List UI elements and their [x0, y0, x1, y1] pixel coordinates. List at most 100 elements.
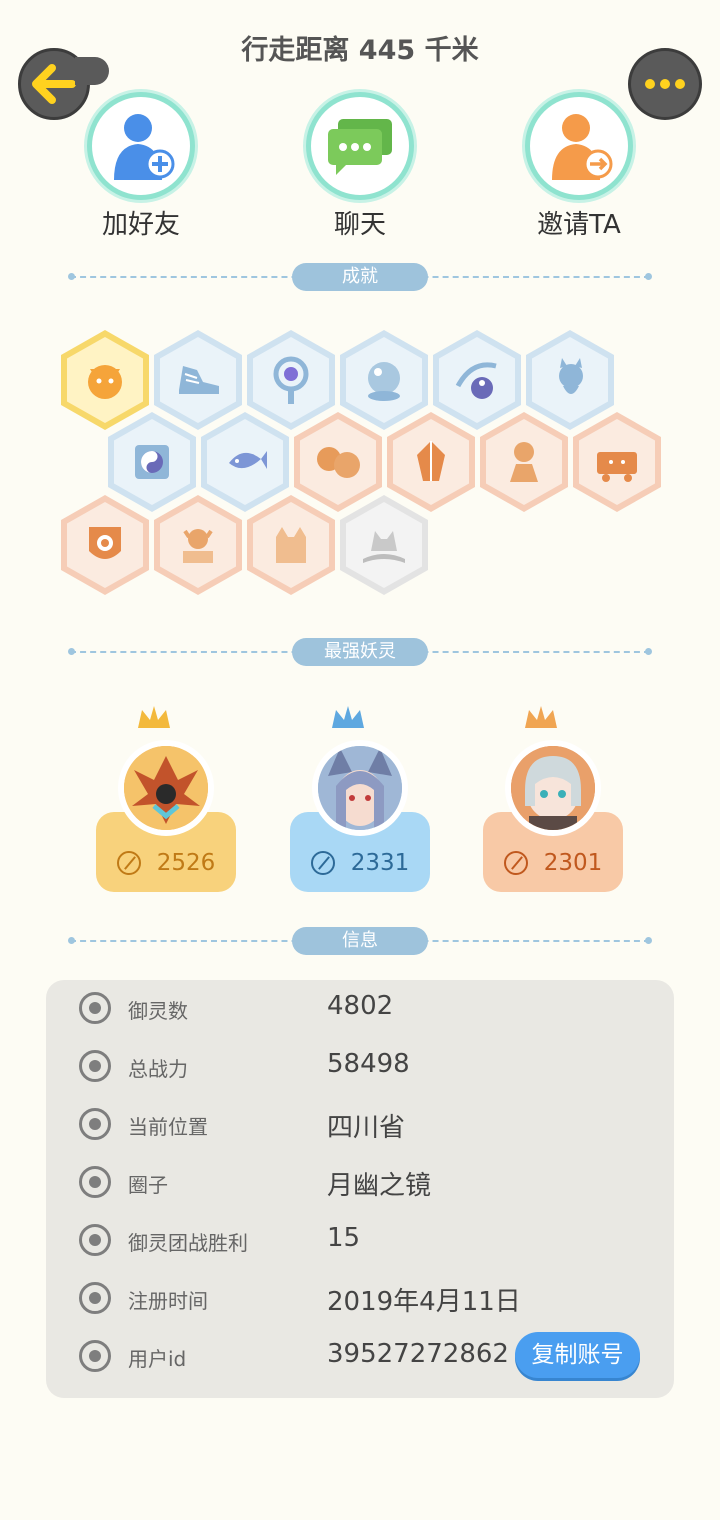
spirit-power-value: 2331 [350, 850, 410, 876]
info-value: 39527272862 [327, 1339, 509, 1369]
spirit-portrait-icon [124, 746, 208, 830]
achievement-badge[interactable] [154, 330, 242, 430]
trophy-icon [79, 1224, 111, 1256]
achievement-badge[interactable] [526, 330, 614, 430]
achievement-badge[interactable] [108, 412, 196, 512]
achievement-badge[interactable] [573, 412, 661, 512]
section-title: 成就 [292, 263, 428, 291]
spirit-power-value: 2301 [543, 850, 603, 876]
divider-dot [68, 273, 75, 280]
id-card-icon [79, 1340, 111, 1372]
clock-icon [79, 1282, 111, 1314]
info-row-total-power: 总战力 58498 [46, 1046, 674, 1086]
wolf-book-icon [363, 531, 405, 563]
chat-label: 聊天 [333, 210, 386, 240]
info-row-register-time: 注册时间 2019年4月11日 [46, 1278, 674, 1318]
more-dot-icon [675, 79, 685, 89]
sword-icon [310, 851, 335, 875]
chat-icon [328, 119, 392, 175]
sword-icon [116, 851, 141, 875]
info-row-team-wins: 御灵团战胜利 15 [46, 1220, 674, 1260]
info-label: 圈子 [128, 1173, 168, 1197]
add-friend-icon-circle [87, 92, 195, 200]
achievement-badge[interactable] [154, 495, 242, 595]
crystal-icon [417, 441, 445, 481]
divider-dot [68, 648, 75, 655]
add-friend-label: 加好友 [101, 210, 180, 240]
achievement-badge[interactable] [61, 330, 149, 430]
cat-statue-icon [276, 527, 306, 563]
spirit-count-icon [79, 992, 111, 1024]
spirit-power: 2526 [96, 850, 236, 876]
fish-spirit-icon [229, 451, 267, 469]
cat-spirit-icon [559, 358, 583, 394]
invite-button[interactable]: 邀请TA [509, 92, 649, 241]
add-friend-button[interactable]: 加好友 [71, 92, 211, 241]
crown-blue-icon [332, 706, 364, 728]
info-row-circle: 圈子 月幽之镜 [46, 1162, 674, 1202]
location-icon [79, 1108, 111, 1140]
achievement-badge[interactable] [247, 495, 335, 595]
info-section-header: 信息 [68, 927, 652, 955]
moon-icon [317, 447, 360, 478]
info-value: 4802 [327, 991, 394, 1021]
copy-account-button[interactable]: 复制账号 [515, 1332, 640, 1378]
invite-label: 邀请TA [537, 210, 621, 240]
achievement-badge[interactable] [201, 412, 289, 512]
achievement-badge[interactable] [387, 412, 475, 512]
spirit-avatar [118, 740, 214, 836]
doll-icon [510, 442, 538, 482]
crown-gold-icon [138, 706, 170, 728]
achievement-badge[interactable] [433, 330, 521, 430]
spirit-portrait-icon [318, 746, 402, 830]
chat-icon-circle [306, 92, 414, 200]
spirit-power-value: 2526 [156, 850, 216, 876]
invite-icon-circle [525, 92, 633, 200]
info-label: 注册时间 [128, 1289, 208, 1313]
cart-icon [597, 452, 637, 482]
chat-button[interactable]: 聊天 [290, 92, 430, 241]
invite-icon [552, 114, 613, 180]
achievement-badge[interactable] [247, 330, 335, 430]
info-value: 2019年4月11日 [327, 1287, 521, 1317]
spirit-avatar [312, 740, 408, 836]
achievement-badge[interactable] [61, 495, 149, 595]
info-value: 15 [327, 1223, 361, 1253]
info-row-location: 当前位置 四川省 [46, 1104, 674, 1144]
info-value: 58498 [327, 1049, 410, 1079]
info-row-spirit-count: 御灵数 4802 [46, 988, 674, 1028]
strongest-section-header: 最强妖灵 [68, 638, 652, 666]
info-label: 总战力 [128, 1057, 188, 1081]
info-label: 当前位置 [128, 1115, 208, 1139]
achievement-badge-locked[interactable] [340, 495, 428, 595]
section-title: 信息 [292, 927, 428, 955]
divider-dot [645, 937, 652, 944]
info-value[interactable]: 月幽之镜 [327, 1165, 431, 1202]
spirit-power: 2331 [290, 850, 430, 876]
spirit-power: 2301 [483, 850, 623, 876]
achievements-section-header: 成就 [68, 263, 652, 291]
divider-dot [68, 937, 75, 944]
yin-yang-wave-icon [455, 362, 497, 399]
section-title: 最强妖灵 [292, 638, 428, 666]
spirit-portrait-icon [511, 746, 595, 830]
more-dot-icon [645, 79, 655, 89]
achievement-badge[interactable] [294, 412, 382, 512]
info-panel: 御灵数 4802 总战力 58498 当前位置 四川省 圈子 月幽之镜 御灵团战… [46, 980, 674, 1398]
achievement-badge[interactable] [480, 412, 568, 512]
ox-statue-icon [183, 529, 213, 563]
info-value: 四川省 [327, 1113, 406, 1143]
shield-icon [89, 527, 121, 559]
sword-icon [503, 851, 528, 875]
info-label: 御灵数 [128, 999, 188, 1023]
orb-icon [368, 362, 400, 401]
taiji-book-icon [135, 445, 169, 479]
add-friend-icon [114, 114, 175, 180]
shoe-icon [179, 366, 219, 394]
sword-icon [79, 1050, 111, 1082]
achievement-badge[interactable] [340, 330, 428, 430]
info-label: 御灵团战胜利 [128, 1231, 248, 1255]
spirit-avatar [505, 740, 601, 836]
divider-dot [645, 648, 652, 655]
divider-dot [645, 273, 652, 280]
